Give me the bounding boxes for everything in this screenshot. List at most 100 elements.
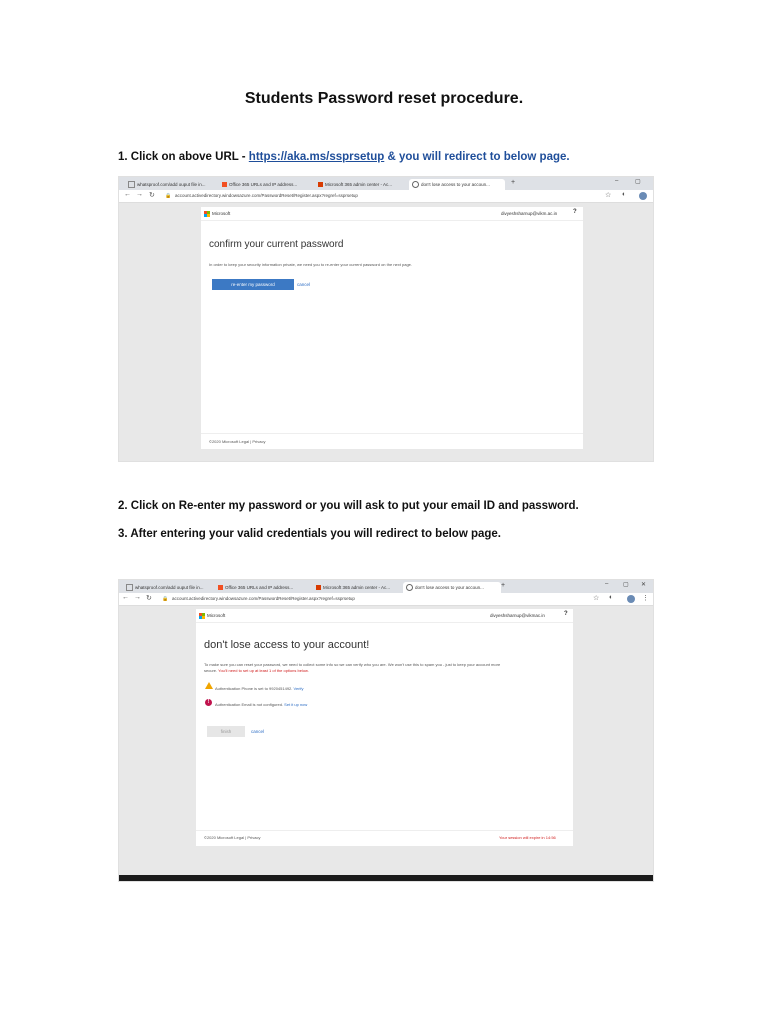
url-field[interactable]: account.activedirectory.windowsazure.com… xyxy=(172,596,355,601)
step-1-prefix: 1. Click on above URL - xyxy=(118,151,249,163)
back-arrow-icon[interactable]: ← xyxy=(122,594,129,601)
step-1-suffix: & you will redirect to below page. xyxy=(384,151,570,163)
error-icon: ! xyxy=(205,699,212,706)
doc-icon xyxy=(128,181,135,189)
tab-label: whatsproof.com/add ouput file in... xyxy=(135,585,204,590)
finish-button[interactable]: finish xyxy=(207,726,245,737)
description-line-1: To make sure you can reset your password… xyxy=(204,662,501,667)
star-icon[interactable]: ☆ xyxy=(605,191,611,199)
page-heading: confirm your current password xyxy=(209,239,344,250)
brand-label: Microsoft xyxy=(212,211,231,217)
tab-label: don't lose access to your accoun... xyxy=(415,585,484,590)
office-icon xyxy=(318,182,323,188)
tab-label: Office 365 URLs and IP address... xyxy=(225,585,294,590)
ssprsetup-link[interactable]: https://aka.ms/ssprsetup xyxy=(249,151,384,163)
minimize-icon[interactable]: – xyxy=(615,178,618,184)
browser-tab[interactable]: Microsoft 365 admin center - Ac... xyxy=(313,582,407,593)
browser-tab[interactable]: Office 365 URLs and IP address... xyxy=(219,179,315,190)
microsoft-logo-icon xyxy=(199,613,205,619)
microsoft-icon xyxy=(222,182,227,188)
tab-label: don't lose access to your accoun... xyxy=(421,182,490,187)
url-field[interactable]: account.activedirectory.windowsazure.com… xyxy=(175,193,358,198)
forward-arrow-icon[interactable]: → xyxy=(136,191,143,198)
new-tab-icon[interactable]: + xyxy=(501,582,505,589)
extension-icon[interactable]: ◐ xyxy=(609,594,613,601)
back-arrow-icon[interactable]: ← xyxy=(124,191,131,198)
description-line-2: secure. You'll need to set up at least 1… xyxy=(204,668,309,673)
browser-tab-active[interactable]: don't lose access to your accoun... xyxy=(403,582,501,593)
lock-icon: 🔒 xyxy=(162,596,169,602)
ms-page: Microsoft divyeshsharnup@vikm.ac.in ? co… xyxy=(201,207,583,449)
browser-tab[interactable]: Microsoft 365 admin center - Ac... xyxy=(315,179,407,190)
microsoft-brand: Microsoft xyxy=(204,211,230,217)
reload-icon[interactable]: ↻ xyxy=(146,594,152,602)
description-warning: You'll need to set up at least 1 of the … xyxy=(218,668,309,673)
page-footer: ©2020 Microsoft Legal | Privacy xyxy=(209,439,266,444)
description-prefix: secure. xyxy=(204,668,219,673)
divider xyxy=(201,220,583,221)
set-it-up-link[interactable]: Set it up now xyxy=(284,702,307,707)
help-icon[interactable]: ? xyxy=(564,611,568,617)
reload-icon[interactable]: ↻ xyxy=(149,191,155,199)
new-tab-icon[interactable]: + xyxy=(511,179,515,186)
microsoft-icon xyxy=(218,585,223,591)
maximize-icon[interactable]: ▢ xyxy=(623,581,629,588)
browser-tab-active[interactable]: don't lose access to your accoun... xyxy=(409,179,505,190)
phone-text: Authentication Phone is set to 992045149… xyxy=(215,686,293,691)
maximize-icon[interactable]: ▢ xyxy=(635,178,641,185)
address-bar: ← → ↻ 🔒 account.activedirectory.windowsa… xyxy=(119,593,653,606)
step-1-text: 1. Click on above URL - https://aka.ms/s… xyxy=(118,151,570,163)
step-3-text: 3. After entering your valid credentials… xyxy=(118,528,501,540)
menu-icon[interactable]: ⋮ xyxy=(642,594,649,602)
cancel-link[interactable]: cancel xyxy=(297,282,310,287)
profile-avatar[interactable] xyxy=(639,192,647,200)
verify-link[interactable]: Verify xyxy=(294,686,304,691)
page-description: In order to keep your security informati… xyxy=(209,262,412,267)
windows-taskbar xyxy=(119,875,653,881)
screenshot-confirm-password: whatsproof.com/add ouput file in... Offi… xyxy=(118,176,654,462)
browser-tab[interactable]: whatsproof.com/add ouput file in... xyxy=(125,179,215,190)
close-icon[interactable]: ✕ xyxy=(641,581,646,588)
tab-label: Microsoft 365 admin center - Ac... xyxy=(323,585,391,590)
screenshot-dont-lose-access: whatsproof.com/add ouput file in... Offi… xyxy=(118,579,654,882)
profile-avatar[interactable] xyxy=(627,595,635,603)
tab-label: Microsoft 365 admin center - Ac... xyxy=(325,182,393,187)
extension-icon[interactable]: ◐ xyxy=(622,191,626,198)
account-email: divyeshsharnup@vikmac.in xyxy=(490,613,545,618)
phone-status: Authentication Phone is set to 992045149… xyxy=(215,686,304,691)
browser-tab[interactable]: Office 365 URLs and IP address... xyxy=(215,582,313,593)
forward-arrow-icon[interactable]: → xyxy=(134,594,141,601)
warning-icon xyxy=(205,682,213,689)
divider xyxy=(201,433,583,434)
cancel-link[interactable]: cancel xyxy=(251,729,264,734)
browser-tab[interactable]: whatsproof.com/add ouput file in... xyxy=(123,582,215,593)
address-bar: ← → ↻ 🔒 account.activedirectory.windowsa… xyxy=(119,190,653,203)
star-icon[interactable]: ☆ xyxy=(593,594,599,602)
step-2-text: 2. Click on Re-enter my password or you … xyxy=(118,500,579,512)
doc-icon xyxy=(126,584,133,592)
minimize-icon[interactable]: – xyxy=(605,581,608,587)
microsoft-brand: Microsoft xyxy=(199,613,225,619)
document-title: Students Password reset procedure. xyxy=(244,90,524,107)
divider xyxy=(196,830,573,831)
office-icon xyxy=(316,585,321,591)
browser-tab-bar: whatsproof.com/add ouput file in... Offi… xyxy=(119,580,653,593)
ms-page: Microsoft divyeshsharnup@vikmac.in ? don… xyxy=(196,609,573,846)
microsoft-logo-icon xyxy=(204,211,210,217)
email-status: Authentication Email is not configured. … xyxy=(215,702,307,707)
brand-label: Microsoft xyxy=(207,613,226,619)
lock-icon: 🔒 xyxy=(165,193,172,199)
divider xyxy=(196,622,573,623)
email-text: Authentication Email is not configured. xyxy=(215,702,284,707)
account-email: divyeshsharnup@vikm.ac.in xyxy=(501,211,558,216)
tab-label: Office 365 URLs and IP address... xyxy=(229,182,298,187)
page-heading: don't lose access to your account! xyxy=(204,639,370,651)
page-footer: ©2020 Microsoft Legal | Privacy xyxy=(204,835,261,840)
help-icon[interactable]: ? xyxy=(573,209,577,215)
re-enter-password-button[interactable]: re-enter my password xyxy=(212,279,294,290)
globe-icon xyxy=(412,181,419,189)
globe-icon xyxy=(406,584,413,592)
session-expiry-warning: Your session will expire in 14:56 xyxy=(499,835,556,840)
tab-label: whatsproof.com/add ouput file in... xyxy=(137,182,206,187)
browser-tab-bar: whatsproof.com/add ouput file in... Offi… xyxy=(119,177,653,190)
